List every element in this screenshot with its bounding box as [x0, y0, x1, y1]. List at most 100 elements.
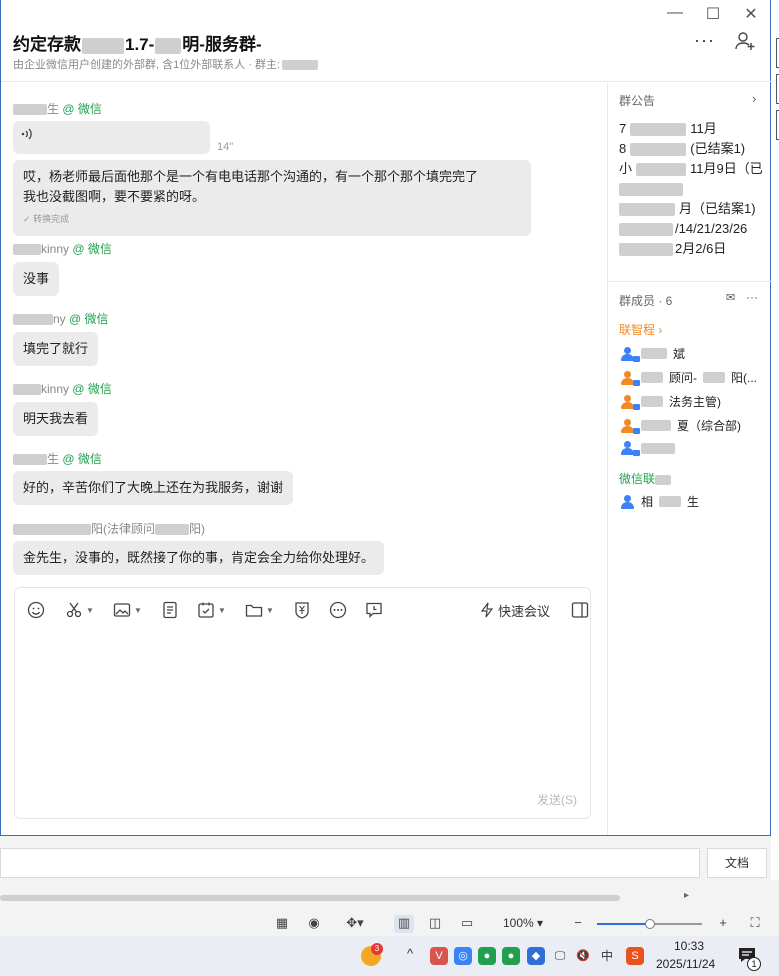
member-item[interactable]: 夏（综合部) [621, 417, 741, 434]
wechat-icon[interactable]: ● [502, 947, 520, 965]
window-controls: — ☐ ✕ [665, 4, 761, 24]
sidebar-toggle-icon[interactable] [571, 601, 589, 619]
shield-icon[interactable]: ◆ [527, 947, 545, 965]
tray-app-icon[interactable]: V [430, 947, 448, 965]
chat-history-button[interactable] [365, 598, 383, 622]
chevron-up-icon[interactable]: ^ [407, 946, 413, 961]
eye-icon[interactable]: ◉ [304, 915, 324, 933]
notice-text: 11月 [690, 121, 717, 136]
member-name: 顾问- [669, 371, 697, 385]
sender-source: @ 微信 [62, 102, 102, 116]
grid-icon[interactable]: ▦ [272, 915, 292, 933]
message-sender: 生 @ 微信 [13, 100, 102, 117]
mail-icon[interactable]: ✉ [726, 291, 735, 304]
emoji-button[interactable] [27, 598, 45, 622]
notice-text: /14/21/23/26 [675, 221, 748, 236]
minimize-button[interactable]: — [665, 4, 685, 24]
normal-view-icon[interactable]: ▥ [394, 915, 414, 933]
clock-date[interactable]: 2025/11/24 [656, 957, 715, 971]
user-icon [621, 394, 640, 410]
tray-app-icon[interactable]: ◎ [454, 947, 472, 965]
message-sender: 生 @ 微信 [13, 450, 102, 467]
file-button[interactable]: ▼ [245, 598, 274, 622]
voice-wave-icon [21, 128, 32, 140]
group-notice-title[interactable]: 群公告 [619, 92, 655, 109]
clock-time[interactable]: 10:33 [674, 939, 704, 953]
volume-muted-icon[interactable]: 🔇 [574, 947, 592, 965]
schedule-button[interactable]: ▼ [197, 598, 226, 622]
more-options-button[interactable]: ··· [694, 30, 715, 51]
more-circle-icon [329, 601, 347, 619]
message-bubble[interactable]: 好的，辛苦你们了大晚上还在为我服务，谢谢 [13, 471, 294, 505]
fullscreen-icon[interactable]: ⛶ [745, 915, 765, 933]
close-button[interactable]: ✕ [741, 4, 761, 24]
notification-count: 1 [747, 957, 761, 971]
maximize-button[interactable]: ☐ [703, 4, 723, 24]
notice-line: /14/21/23/26 [619, 219, 769, 239]
transcribe-status: ✓ 转换完成 [23, 209, 521, 229]
chevron-down-icon: ▼ [266, 605, 274, 615]
payment-button[interactable] [293, 598, 311, 622]
message-list[interactable]: 生 @ 微信 14" 哎，杨老师最后面他那个是一个有电电话那个沟通的，有一个那个… [1, 83, 606, 583]
notice-line: 7 11月 [619, 119, 769, 139]
message-bubble[interactable]: 明天我去看 [13, 402, 99, 436]
sender-name: 阳) [189, 522, 205, 536]
screenshot-button[interactable]: ▼ [65, 598, 94, 622]
horizontal-scrollbar[interactable]: ▸ [0, 890, 700, 906]
zoom-slider-knob[interactable] [644, 919, 655, 929]
message-text: 我也没截图啊，要不要紧的呀。 [23, 189, 206, 204]
scroll-right-icon[interactable]: ▸ [684, 890, 689, 901]
sender-name: kinny [41, 242, 70, 256]
document-button[interactable] [161, 598, 179, 622]
lianzhi-link[interactable]: 联智程 › [619, 321, 662, 338]
transcribed-message[interactable]: 哎，杨老师最后面他那个是一个有电电话那个沟通的，有一个那个那个填完完了 我也没截… [13, 160, 531, 236]
scrollbar-thumb[interactable] [0, 895, 620, 901]
page-view-icon[interactable]: ◫ [425, 915, 445, 933]
member-item[interactable] [621, 441, 675, 456]
more-tools-button[interactable] [329, 598, 347, 622]
section-divider [608, 281, 772, 282]
member-item[interactable]: 顾问- 阳(... [621, 369, 757, 386]
tray-badge: 3 [371, 943, 383, 955]
quick-meeting-button[interactable]: 快速会议 [480, 598, 550, 622]
voice-message[interactable] [13, 121, 210, 154]
group-notice-content[interactable]: 7 11月 8 (已结案1) 小 11月9日（已 月（已结案1) /14/21/23/… [619, 119, 769, 259]
wechat-contacts-label: 微信联 [619, 472, 656, 486]
user-icon [621, 494, 635, 509]
message-composer[interactable]: ▼ ▼ ▼ ▼ 快速会议 发送(S) [14, 587, 591, 819]
document-button[interactable]: 文档 [707, 848, 767, 878]
message-text: 哎，杨老师最后面他那个是一个有电电话那个沟通的，有一个那个那个填完完了 [23, 169, 479, 184]
move-icon[interactable]: ✥▾ [342, 915, 368, 933]
notice-text: (已结案1) [690, 141, 746, 156]
member-name-suffix: 阳(... [731, 371, 757, 385]
member-item[interactable]: 相生 [621, 493, 699, 510]
zoom-out-icon[interactable]: − [568, 915, 588, 933]
clock-bubble-icon [366, 602, 382, 619]
notice-text: 月（已结案1) [679, 201, 756, 216]
zoom-slider[interactable] [597, 919, 702, 929]
group-subtitle: 由企业微信用户创建的外部群, 含1位外部联系人 · 群主: [13, 56, 319, 72]
document-input[interactable] [0, 848, 700, 878]
wechat-icon[interactable]: ● [478, 947, 496, 965]
network-icon[interactable]: 🖵 [551, 947, 569, 965]
voice-duration: 14" [217, 141, 234, 153]
chevron-right-icon[interactable]: › [752, 91, 756, 106]
group-title-part: 明-服务群- [182, 35, 262, 54]
image-button[interactable]: ▼ [113, 598, 142, 622]
message-bubble[interactable]: 填完了就行 [13, 332, 99, 366]
read-view-icon[interactable]: ▭ [457, 915, 477, 933]
sogou-input-icon[interactable]: S [626, 947, 644, 965]
more-icon[interactable]: ··· [746, 290, 758, 304]
ime-indicator[interactable]: 中 [598, 947, 616, 965]
member-item[interactable]: 法务主管) [621, 393, 721, 410]
message-bubble[interactable]: 没事 [13, 262, 60, 296]
notice-prefix: 7 [619, 121, 627, 136]
zoom-level[interactable]: 100% ▾ [503, 916, 543, 930]
member-name: 斌 [673, 347, 686, 361]
member-item[interactable]: 斌 [621, 345, 685, 362]
zoom-slider-fill [597, 923, 650, 925]
zoom-in-icon[interactable]: + [713, 915, 733, 933]
send-button[interactable]: 发送(S) [537, 791, 577, 808]
add-member-icon[interactable] [734, 30, 756, 52]
message-bubble[interactable]: 金先生，没事的，既然接了你的事，肯定会全力给你处理好。 [13, 541, 385, 575]
